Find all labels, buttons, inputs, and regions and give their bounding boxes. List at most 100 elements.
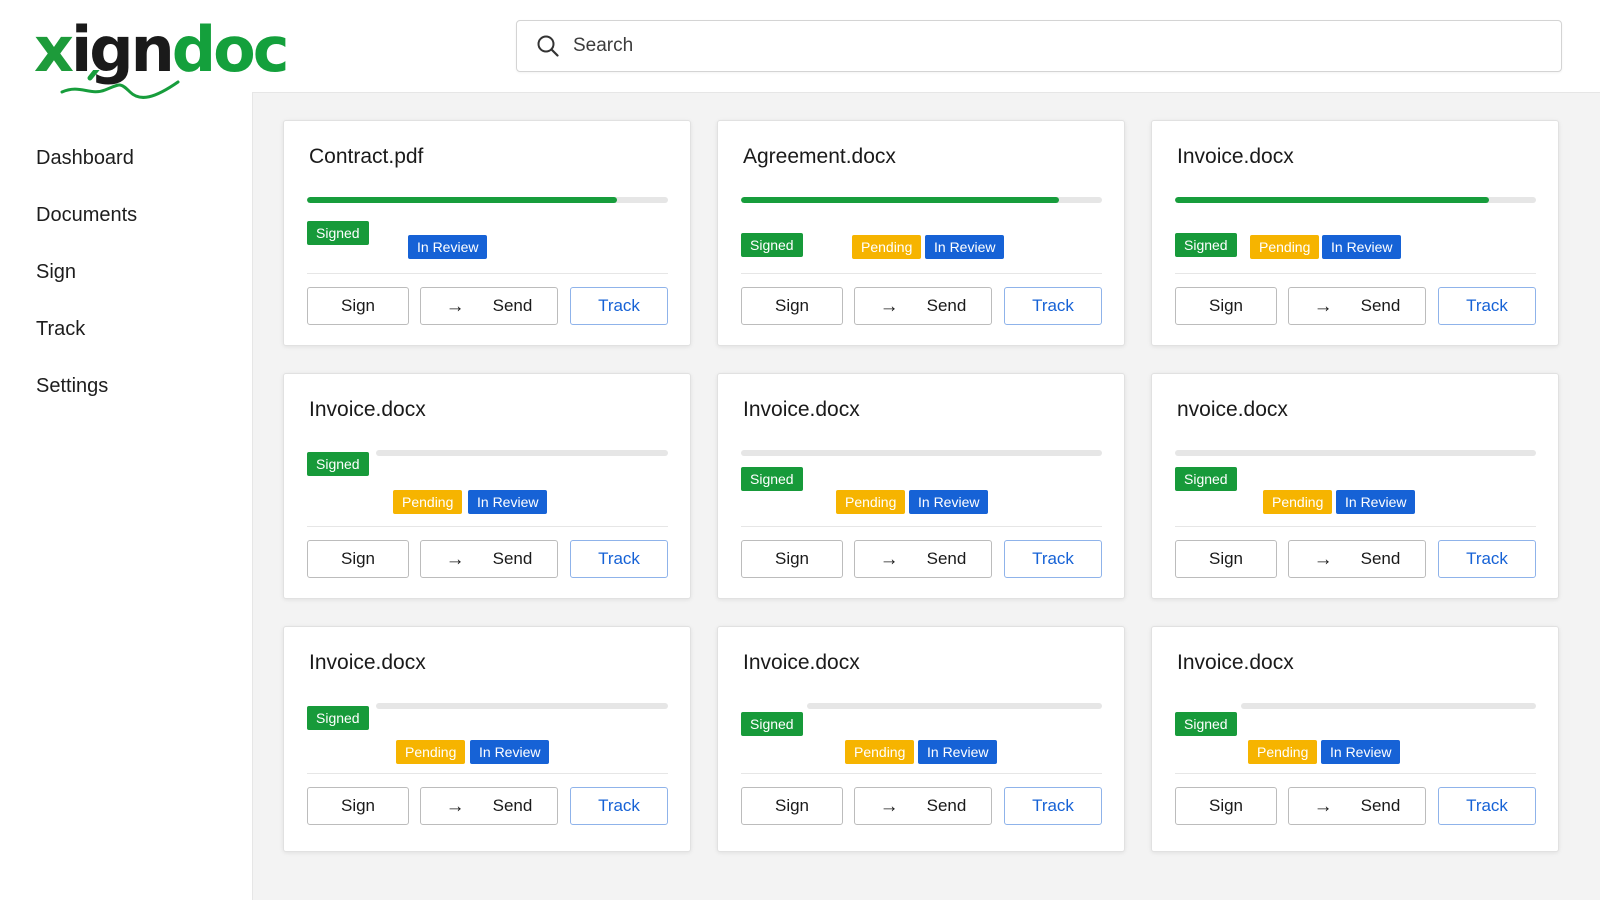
divider <box>1175 773 1536 774</box>
status-badge-pending: Pending <box>1263 490 1333 514</box>
document-title: Invoice.docx <box>309 398 426 421</box>
sign-button[interactable]: Sign <box>741 287 843 325</box>
search-input[interactable] <box>573 35 1473 57</box>
arrow-right-icon: → <box>445 548 465 570</box>
sign-button[interactable]: Sign <box>741 540 843 578</box>
send-label: Send <box>492 296 533 315</box>
send-button[interactable]: → Send <box>1288 540 1426 578</box>
document-card[interactable]: Invoice.docx Signed Pending In Review Si… <box>283 373 691 599</box>
arrow-right-icon: → <box>879 795 899 817</box>
document-card[interactable]: nvoice.docx Signed Pending In Review Sig… <box>1151 373 1559 599</box>
track-button[interactable]: Track <box>570 540 668 578</box>
send-button[interactable]: → Send <box>1288 287 1426 325</box>
sign-button[interactable]: Sign <box>307 540 409 578</box>
send-label: Send <box>926 549 967 568</box>
send-button[interactable]: → Send <box>420 287 558 325</box>
document-card[interactable]: Invoice.docx Signed Pending In Review Si… <box>1151 120 1559 346</box>
send-button[interactable]: → Send <box>420 787 558 825</box>
status-badge-pending: Pending <box>852 235 922 259</box>
document-card[interactable]: Invoice.docx Signed Pending In Review Si… <box>283 626 691 852</box>
divider <box>307 773 668 774</box>
status-badge-in-review: In Review <box>470 740 550 764</box>
sidebar-item-settings[interactable]: Settings <box>0 358 252 415</box>
status-badge-signed: Signed <box>741 467 803 491</box>
status-badge-pending: Pending <box>396 740 466 764</box>
progress-fill <box>741 197 1059 203</box>
track-button[interactable]: Track <box>1004 787 1102 825</box>
track-button[interactable]: Track <box>570 287 668 325</box>
progress-bar <box>1175 197 1536 203</box>
status-badge-signed: Signed <box>307 706 369 730</box>
arrow-right-icon: → <box>879 548 899 570</box>
send-button[interactable]: → Send <box>1288 787 1426 825</box>
arrow-right-icon: → <box>879 295 899 317</box>
status-badge-pending: Pending <box>1250 235 1320 259</box>
signature-swoosh-icon <box>60 70 180 99</box>
status-badge-in-review: In Review <box>909 490 989 514</box>
status-badge-in-review: In Review <box>408 235 488 259</box>
status-badge-pending: Pending <box>845 740 915 764</box>
document-card[interactable]: Invoice.docx Signed Pending In Review Si… <box>1151 626 1559 852</box>
status-badge-signed: Signed <box>741 233 803 257</box>
document-title: Invoice.docx <box>743 651 860 674</box>
divider <box>741 526 1102 527</box>
sign-button[interactable]: Sign <box>307 287 409 325</box>
send-button[interactable]: → Send <box>854 787 992 825</box>
sidebar-item-documents[interactable]: Documents <box>0 187 252 244</box>
status-badge-in-review: In Review <box>1322 235 1402 259</box>
document-title: Invoice.docx <box>1177 651 1294 674</box>
divider <box>741 273 1102 274</box>
send-label: Send <box>492 796 533 815</box>
status-badge-in-review: In Review <box>918 740 998 764</box>
send-button[interactable]: → Send <box>854 287 992 325</box>
status-badge-in-review: In Review <box>925 235 1005 259</box>
progress-fill <box>307 197 618 203</box>
search-bar[interactable] <box>516 20 1562 72</box>
search-icon <box>537 35 559 57</box>
divider <box>1175 526 1536 527</box>
status-badge-in-review: In Review <box>468 490 548 514</box>
progress-bar <box>807 703 1102 709</box>
status-badge-pending: Pending <box>1248 740 1318 764</box>
track-button[interactable]: Track <box>570 787 668 825</box>
divider <box>307 273 668 274</box>
progress-bar <box>376 703 668 709</box>
status-badge-in-review: In Review <box>1336 490 1416 514</box>
send-button[interactable]: → Send <box>420 540 558 578</box>
track-button[interactable]: Track <box>1438 540 1536 578</box>
document-title: nvoice.docx <box>1177 398 1288 421</box>
progress-bar <box>1241 703 1536 709</box>
send-label: Send <box>926 296 967 315</box>
progress-bar <box>741 197 1102 203</box>
track-button[interactable]: Track <box>1004 287 1102 325</box>
track-button[interactable]: Track <box>1438 287 1536 325</box>
sidebar-item-dashboard[interactable]: Dashboard <box>0 130 252 187</box>
status-badge-pending: Pending <box>836 490 906 514</box>
sign-button[interactable]: Sign <box>1175 287 1277 325</box>
status-badge-signed: Signed <box>307 452 369 476</box>
sign-button[interactable]: Sign <box>1175 787 1277 825</box>
arrow-right-icon: → <box>445 795 465 817</box>
sign-button[interactable]: Sign <box>741 787 843 825</box>
document-card[interactable]: Contract.pdf Signed In Review Sign → Send… <box>283 120 691 346</box>
document-title: Invoice.docx <box>309 651 426 674</box>
send-label: Send <box>492 549 533 568</box>
sidebar-item-track[interactable]: Track <box>0 301 252 358</box>
document-card[interactable]: Invoice.docx Signed Pending In Review Si… <box>717 626 1125 852</box>
arrow-right-icon: → <box>445 295 465 317</box>
track-button[interactable]: Track <box>1004 540 1102 578</box>
sign-button[interactable]: Sign <box>1175 540 1277 578</box>
status-badge-signed: Signed <box>741 712 803 736</box>
send-label: Send <box>1360 796 1401 815</box>
track-button[interactable]: Track <box>1438 787 1536 825</box>
progress-bar <box>1175 450 1536 456</box>
sign-button[interactable]: Sign <box>307 787 409 825</box>
divider <box>307 526 668 527</box>
send-button[interactable]: → Send <box>854 540 992 578</box>
sidebar-item-sign[interactable]: Sign <box>0 244 252 301</box>
app-logo[interactable]: xigndoc <box>30 14 290 100</box>
document-card[interactable]: Invoice.docx Signed Pending In Review Si… <box>717 373 1125 599</box>
document-title: Invoice.docx <box>1177 145 1294 168</box>
document-card[interactable]: Agreement.docx Signed Pending In Review … <box>717 120 1125 346</box>
send-label: Send <box>926 796 967 815</box>
